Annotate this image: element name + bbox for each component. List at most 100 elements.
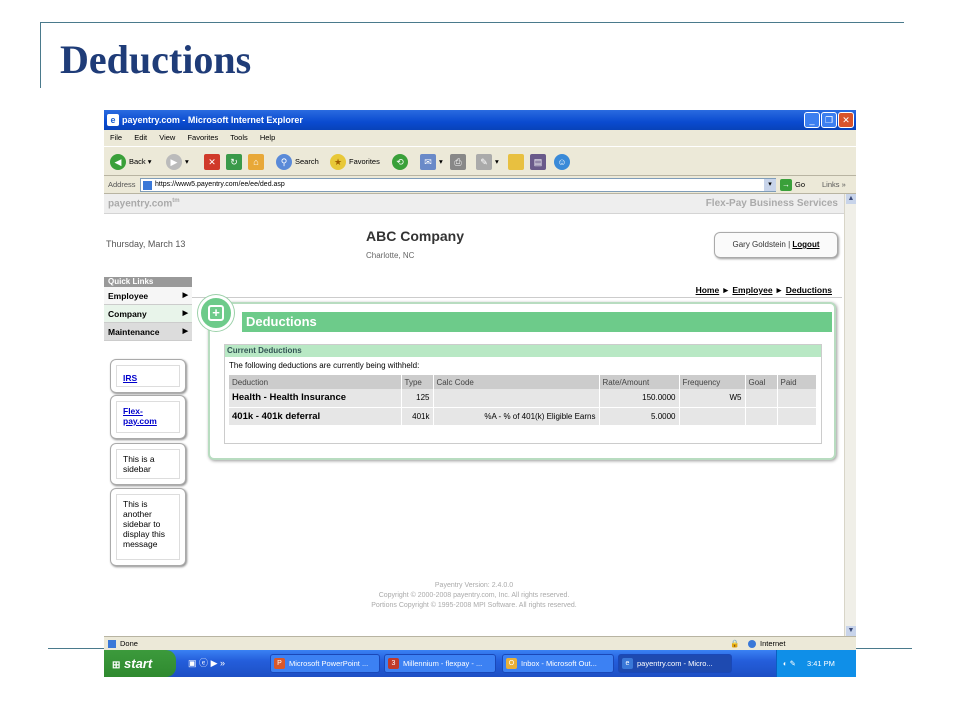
ie-quicklaunch-icon[interactable]: ⓔ bbox=[199, 658, 208, 668]
user-name: Gary Goldstein bbox=[732, 240, 786, 249]
status-bar: Done 🔒 Internet bbox=[104, 636, 856, 650]
sidebar-text: This is another sidebar to display this … bbox=[116, 494, 180, 560]
menu-edit[interactable]: Edit bbox=[134, 133, 147, 142]
show-desktop-icon[interactable]: ▣ bbox=[188, 658, 197, 668]
quick-link-company[interactable]: Company ▶ bbox=[104, 305, 192, 323]
user-box: Gary Goldstein | Logout bbox=[714, 232, 838, 258]
sidebar-text: This is a sidebar bbox=[116, 449, 180, 479]
breadcrumb-home[interactable]: Home bbox=[696, 285, 720, 295]
page-icon bbox=[143, 181, 152, 190]
footer-copyright: Copyright © 2000-2008 payentry.com, Inc.… bbox=[378, 592, 570, 599]
sidebar-message-1: This is a sidebar bbox=[110, 443, 186, 485]
millennium-icon: 3 bbox=[388, 658, 399, 669]
sidebar-irs: IRS bbox=[110, 359, 186, 393]
lock-icon: 🔒 bbox=[730, 639, 740, 648]
menu-view[interactable]: View bbox=[159, 133, 175, 142]
quick-link-maintenance[interactable]: Maintenance ▶ bbox=[104, 323, 192, 341]
table-row: 401k - 401k deferral 401k %A - % of 401(… bbox=[229, 407, 817, 426]
col-calc-code: Calc Code bbox=[433, 375, 600, 389]
logout-link[interactable]: Logout bbox=[792, 240, 819, 249]
media-icon[interactable]: ▶ bbox=[211, 658, 218, 668]
print-button[interactable]: ⎙ bbox=[450, 153, 469, 171]
search-icon: ⚲ bbox=[276, 154, 292, 171]
windows-logo-icon: ⊞ bbox=[112, 660, 121, 671]
task-millennium[interactable]: 3 Millennium - flexpay - ... bbox=[384, 654, 496, 673]
scroll-down-icon[interactable]: ▼ bbox=[846, 626, 856, 636]
favorites-button[interactable]: ★ Favorites bbox=[330, 153, 380, 171]
research-icon: ▤ bbox=[530, 154, 546, 171]
current-date: Thursday, March 13 bbox=[106, 239, 186, 249]
address-input[interactable]: https://www5.payentry.com/ee/ee/ded.asp bbox=[140, 178, 776, 192]
menu-file[interactable]: File bbox=[110, 133, 122, 142]
forward-button[interactable]: ▶ ▾ bbox=[166, 153, 189, 171]
panel-title: Deductions bbox=[242, 312, 832, 332]
menu-help[interactable]: Help bbox=[260, 133, 275, 142]
current-deductions-section: Current Deductions The following deducti… bbox=[224, 344, 822, 444]
close-button[interactable]: ✕ bbox=[838, 112, 854, 128]
arrow-right-icon: ▶ bbox=[182, 328, 188, 335]
refresh-button[interactable]: ↻ bbox=[226, 153, 245, 171]
start-button[interactable]: ⊞ start bbox=[104, 650, 176, 677]
menu-bar: File Edit View Favorites Tools Help bbox=[104, 130, 856, 146]
stop-button[interactable]: ✕ bbox=[204, 153, 223, 171]
breadcrumb-divider bbox=[192, 297, 842, 298]
deduction-name: 401k - 401k deferral bbox=[229, 407, 402, 426]
arrow-right-icon: ▶ bbox=[182, 292, 188, 299]
history-icon: ⟲ bbox=[392, 154, 408, 171]
window-title: payentry.com - Microsoft Internet Explor… bbox=[122, 115, 303, 125]
address-dropdown-icon[interactable]: ▾ bbox=[764, 179, 776, 191]
menu-tools[interactable]: Tools bbox=[230, 133, 248, 142]
minimize-button[interactable]: _ bbox=[804, 112, 820, 128]
footer-version: Payentry Version: 2.4.0.0 bbox=[434, 582, 514, 589]
maximize-button[interactable]: ❐ bbox=[821, 112, 837, 128]
folder-button[interactable] bbox=[508, 153, 527, 171]
mail-button[interactable]: ✉ ▾ bbox=[420, 153, 443, 171]
vertical-scrollbar[interactable]: ▲ ▼ bbox=[844, 194, 856, 636]
stop-icon: ✕ bbox=[204, 154, 220, 171]
internet-zone-icon bbox=[748, 640, 756, 648]
section-description: The following deductions are currently b… bbox=[229, 361, 420, 370]
col-goal: Goal bbox=[745, 375, 778, 389]
more-icon[interactable]: » bbox=[220, 658, 225, 668]
deduction-paid bbox=[777, 407, 817, 426]
research-button[interactable]: ▤ bbox=[530, 153, 549, 171]
irs-link[interactable]: IRS bbox=[123, 373, 137, 383]
go-arrow-icon: → bbox=[780, 179, 792, 191]
company-city: Charlotte, NC bbox=[366, 251, 415, 260]
deduction-paid bbox=[777, 389, 817, 408]
address-bar: Address https://www5.payentry.com/ee/ee/… bbox=[104, 176, 856, 194]
print-icon: ⎙ bbox=[450, 154, 466, 171]
search-button[interactable]: ⚲ Search bbox=[276, 153, 319, 171]
links-button[interactable]: Links » bbox=[822, 176, 846, 194]
toolbar: ◀ Back ▾ ▶ ▾ ✕ ↻ ⌂ ⚲ Search ★ Favorites ⟲ ✉ ▾… bbox=[104, 146, 856, 176]
scroll-up-icon[interactable]: ▲ bbox=[846, 194, 856, 204]
go-button[interactable]: → Go bbox=[780, 178, 805, 192]
sidebar-message-2: This is another sidebar to display this … bbox=[110, 488, 186, 566]
edit-button[interactable]: ✎ ▾ bbox=[476, 153, 499, 171]
back-button[interactable]: ◀ Back ▾ bbox=[110, 153, 152, 171]
col-deduction: Deduction bbox=[229, 375, 402, 389]
deductions-table: Deduction Type Calc Code Rate/Amount Fre… bbox=[229, 375, 817, 426]
table-row: Health - Health Insurance 125 150.0000 W… bbox=[229, 389, 817, 408]
deduction-rate: 5.0000 bbox=[599, 407, 680, 426]
system-tray: ◐ ✎ 3:41 PM bbox=[776, 650, 856, 677]
menu-favorites[interactable]: Favorites bbox=[187, 133, 218, 142]
deductions-badge: + bbox=[198, 295, 234, 331]
task-powerpoint[interactable]: P Microsoft PowerPoint ... bbox=[270, 654, 380, 673]
breadcrumb-employee[interactable]: Employee bbox=[732, 285, 772, 295]
outlook-icon: O bbox=[506, 658, 517, 669]
breadcrumb-deductions[interactable]: Deductions bbox=[786, 285, 832, 295]
home-button[interactable]: ⌂ bbox=[248, 153, 267, 171]
task-payentry[interactable]: e payentry.com - Micro... bbox=[618, 654, 732, 673]
ie-icon: e bbox=[107, 114, 119, 126]
footer-copyright-mpi: Portions Copyright © 1995-2008 MPI Softw… bbox=[371, 602, 577, 609]
brand-logo: payentry.comtm bbox=[108, 198, 180, 210]
task-outlook[interactable]: O Inbox - Microsoft Out... bbox=[502, 654, 614, 673]
flexpay-link[interactable]: Flex-pay.com bbox=[123, 406, 157, 426]
quick-link-employee[interactable]: Employee ▶ bbox=[104, 287, 192, 305]
history-button[interactable]: ⟲ bbox=[392, 153, 411, 171]
mail-icon: ✉ bbox=[420, 154, 436, 171]
star-icon: ★ bbox=[330, 154, 346, 171]
messenger-button[interactable]: ☺ bbox=[554, 153, 573, 171]
deduction-rate: 150.0000 bbox=[599, 389, 680, 408]
